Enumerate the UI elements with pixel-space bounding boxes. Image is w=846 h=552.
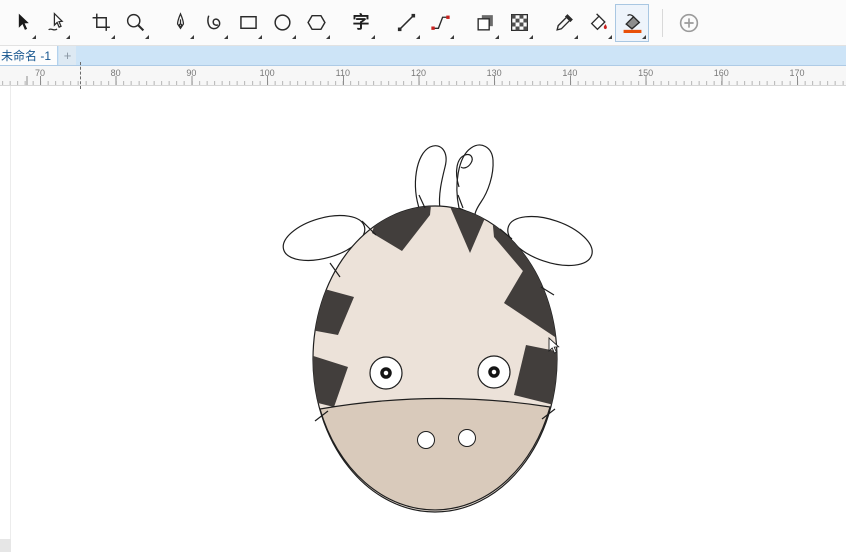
straight-line-tool-icon (397, 13, 415, 32)
pick-tool-icon (18, 13, 29, 30)
freehand-curve-tool-icon (206, 15, 220, 30)
fill-color-bar (623, 29, 641, 33)
polygon-tool-icon (306, 14, 326, 31)
shape-edit-tool-icon (47, 12, 64, 31)
transparency-tool-icon (510, 13, 528, 32)
toolbar-group-lines (389, 4, 457, 42)
crop-tool-icon (92, 13, 110, 31)
flyout-caret-icon (224, 34, 228, 39)
interactive-fill-tool-icon (623, 14, 641, 33)
flyout-caret-icon (258, 34, 262, 39)
text-tool-button[interactable]: 字 (344, 4, 378, 42)
flyout-caret-icon (111, 34, 115, 39)
toolbar-group-effects (468, 4, 536, 42)
flyout-caret-icon (371, 34, 375, 39)
flyout-caret-icon (450, 34, 454, 39)
drawing-canvas[interactable] (0, 86, 846, 552)
connector-tool-icon (430, 15, 450, 30)
ruler-label: 70 (34, 68, 46, 78)
cow-head-drawing[interactable] (0, 86, 846, 552)
toolbar-group-select (5, 4, 73, 42)
plus-circle-icon (679, 13, 699, 32)
muzzle-shape[interactable] (319, 397, 551, 511)
right-horn-shape[interactable] (456, 144, 494, 216)
pick-tool-button[interactable] (5, 4, 39, 42)
text-tool-icon: 字 (352, 13, 370, 32)
shape-edit-tool-button[interactable] (39, 4, 73, 42)
drop-shadow-tool-button[interactable] (468, 4, 502, 42)
flyout-caret-icon (190, 34, 194, 39)
document-tab-bar: 未命名 -1 + (0, 46, 846, 66)
flyout-caret-icon (608, 34, 612, 39)
document-tab-untitled[interactable]: 未命名 -1 (0, 46, 59, 65)
toolbar-group-cropzoom (84, 4, 152, 42)
ruler-label: 160 (713, 68, 729, 78)
toolbar-group-fill (547, 3, 649, 42)
ruler-label: 100 (259, 68, 275, 78)
smart-fill-tool-button[interactable] (581, 4, 615, 42)
flyout-caret-icon (292, 34, 296, 39)
new-tab-plus-icon: + (63, 48, 72, 63)
ruler-label: 90 (186, 68, 197, 78)
drop-shadow-tool-icon (476, 15, 493, 31)
flyout-caret-icon (32, 34, 36, 39)
flyout-caret-icon (326, 34, 330, 39)
zoom-tool-button[interactable] (118, 4, 152, 42)
zoom-tool-icon (126, 13, 144, 32)
ruler-label: 140 (562, 68, 578, 78)
page-boundary-guide (80, 62, 81, 89)
flyout-caret-icon (574, 34, 578, 39)
ruler-label: 170 (789, 68, 805, 78)
connector-tool-button[interactable] (423, 4, 457, 42)
flyout-caret-icon (145, 34, 149, 39)
pen-tool-button[interactable] (163, 4, 197, 42)
toolbar-group-add (672, 4, 706, 42)
app-window: 字 未命名 -1 + 70 80 90 100 110 120 130 140 … (0, 0, 846, 552)
crop-tool-button[interactable] (84, 4, 118, 42)
left-nostril-shape[interactable] (417, 431, 435, 449)
ruler-label: 150 (638, 68, 654, 78)
document-tab-label: 未命名 -1 (1, 49, 52, 63)
ruler-label: 80 (110, 68, 121, 78)
flyout-caret-icon (495, 34, 499, 39)
freehand-curve-tool-button[interactable] (197, 4, 231, 42)
ruler-label: 110 (335, 68, 350, 78)
flyout-caret-icon (416, 34, 420, 39)
interactive-fill-tool-button[interactable] (615, 3, 649, 42)
transparency-tool-button[interactable] (502, 4, 536, 42)
left-eye-shape[interactable] (369, 356, 403, 390)
ellipse-tool-icon (273, 14, 291, 31)
pen-tool-icon (176, 12, 184, 30)
rectangle-tool-button[interactable] (231, 4, 265, 42)
right-eye-shape[interactable] (477, 355, 511, 389)
toolbar-group-draw (163, 4, 333, 42)
ruler-label: 130 (486, 68, 502, 78)
eyedropper-tool-button[interactable] (547, 4, 581, 42)
flyout-caret-icon (66, 34, 70, 39)
eyedropper-tool-icon (555, 14, 573, 31)
add-tools-button[interactable] (672, 4, 706, 42)
horizontal-ruler[interactable]: 70 80 90 100 110 120 130 140 150 160 170 (0, 66, 846, 86)
flyout-caret-icon (642, 34, 646, 39)
flyout-caret-icon (529, 34, 533, 39)
toolbar: 字 (0, 0, 846, 46)
ruler-label: 120 (410, 68, 427, 78)
right-nostril-shape[interactable] (458, 429, 476, 447)
left-horn-shape[interactable] (414, 145, 447, 212)
smart-fill-tool-icon (590, 13, 607, 31)
rectangle-tool-icon (239, 15, 257, 30)
polygon-tool-button[interactable] (299, 4, 333, 42)
straight-line-tool-button[interactable] (389, 4, 423, 42)
ellipse-tool-button[interactable] (265, 4, 299, 42)
toolbar-group-text: 字 (344, 4, 378, 42)
toolbar-separator (662, 8, 663, 37)
new-document-tab-button[interactable]: + (59, 46, 77, 65)
